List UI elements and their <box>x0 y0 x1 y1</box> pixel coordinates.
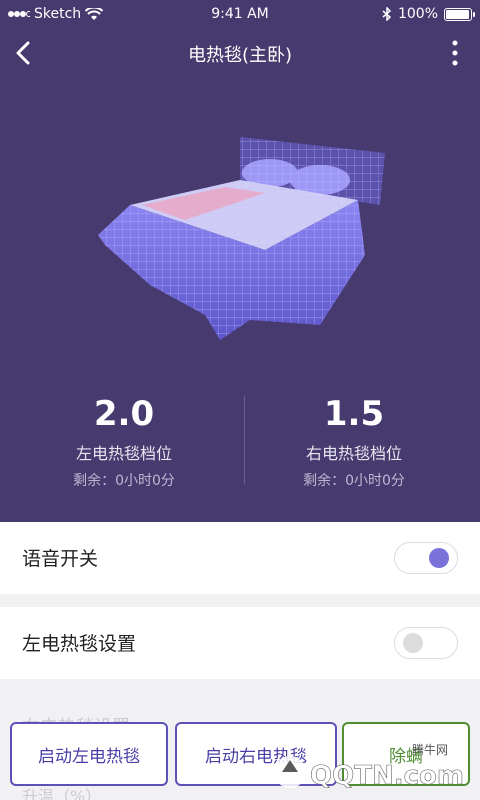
voice-toggle[interactable] <box>394 542 458 574</box>
voice-switch-row: 语音开关 <box>0 522 480 594</box>
right-blanket-stat: 1.5 右电热毯档位 剩余：0小时0分 <box>234 390 474 490</box>
bottom-action-bar: 右电热毯设置 升温（%） 启动左电热毯 启动右电热毯 除螨 QQTN.com 腾… <box>0 705 480 800</box>
right-level-value: 1.5 <box>323 394 385 434</box>
left-blanket-toggle[interactable] <box>394 627 458 659</box>
battery-fill <box>446 9 469 19</box>
start-left-blanket-button[interactable]: 启动左电热毯 <box>10 722 168 786</box>
bluetooth-icon <box>382 7 392 21</box>
right-level-label: 右电热毯档位 <box>305 444 402 463</box>
toggle-knob <box>429 548 449 568</box>
left-blanket-settings-label: 左电热毯设置 <box>22 633 137 655</box>
more-vertical-icon <box>452 40 458 66</box>
toggle-knob <box>403 633 423 653</box>
voice-switch-label: 语音开关 <box>22 548 99 570</box>
hero-panel: Sketch 9:41 AM 100% 电热毯(主卧) 2.0 左电热毯档位 剩… <box>0 0 480 522</box>
battery-icon <box>444 7 475 21</box>
page-title: 电热毯(主卧) <box>187 45 293 66</box>
stats-panel: 2.0 左电热毯档位 剩余：0小时0分 1.5 右电热毯档位 剩余：0小时0分 <box>0 390 480 500</box>
left-blanket-settings-row: 左电热毯设置 <box>0 607 480 679</box>
left-level-value: 2.0 <box>93 394 155 434</box>
watermark-text: QQTN.com <box>310 761 464 791</box>
bed-illustration <box>98 137 385 340</box>
nav-bar: 电热毯(主卧) <box>0 28 480 78</box>
left-blanket-stat: 2.0 左电热毯档位 剩余：0小时0分 <box>4 390 244 490</box>
left-remaining-time: 剩余：0小时0分 <box>73 473 175 489</box>
status-bar: Sketch 9:41 AM 100% <box>0 0 480 28</box>
battery-percent: 100% <box>397 6 438 22</box>
qqtn-watermark: QQTN.com 腾牛网 <box>274 742 464 791</box>
watermark-sub: 腾牛网 <box>412 742 448 757</box>
left-level-label: 左电热毯档位 <box>75 444 172 463</box>
right-remaining-time: 剩余：0小时0分 <box>303 473 405 489</box>
more-button[interactable] <box>440 36 470 70</box>
